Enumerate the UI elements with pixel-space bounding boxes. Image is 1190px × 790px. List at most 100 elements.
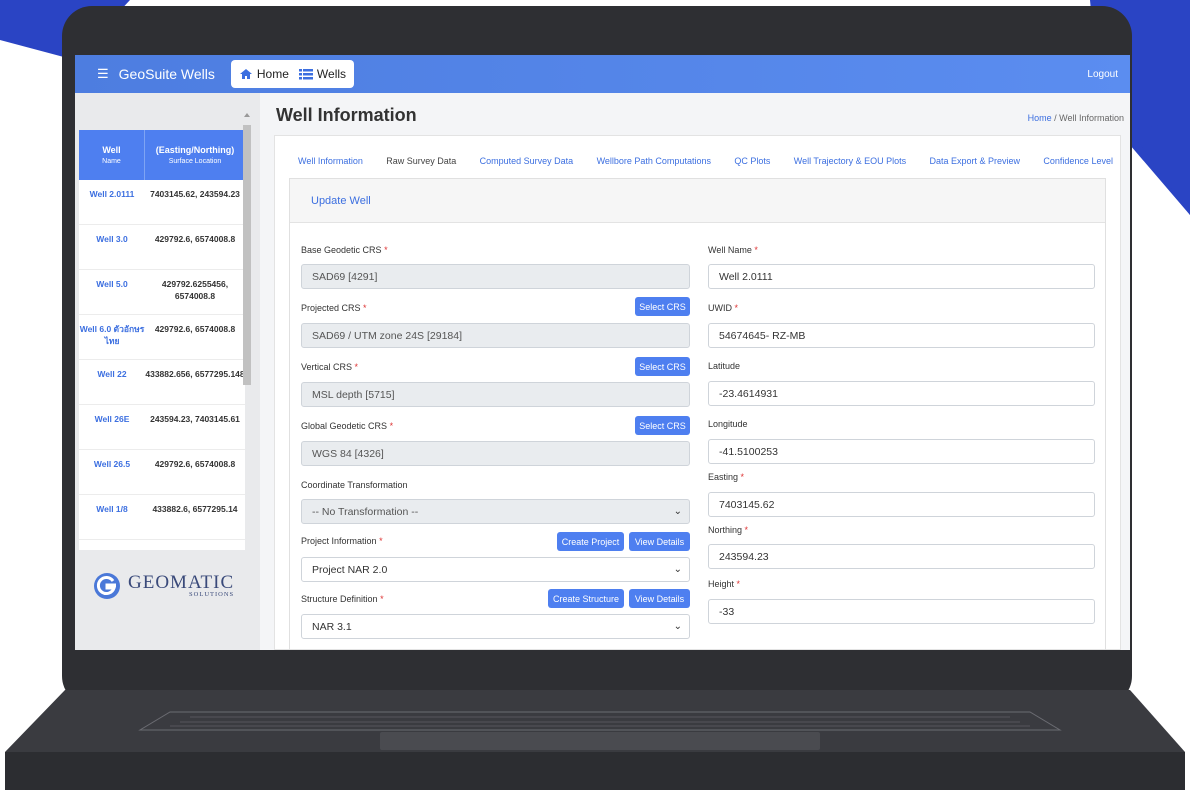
well-name[interactable]: Well 1/8 (79, 495, 145, 539)
well-name-input[interactable]: Well 2.0111 (708, 264, 1095, 289)
tab-well-information[interactable]: Well Information (298, 156, 363, 166)
col-well-title: Well (102, 145, 121, 155)
tab-well-trajectory-eou-plots[interactable]: Well Trajectory & EOU Plots (794, 156, 906, 166)
page-title: Well Information (276, 105, 417, 125)
app-screen: ☰ GeoSuite Wells Home Wells Logout Well … (75, 55, 1130, 650)
breadcrumb: Home / Well Information (1028, 113, 1124, 123)
tab-raw-survey-data[interactable]: Raw Survey Data (386, 156, 456, 166)
latitude-input[interactable]: -23.4614931 (708, 381, 1095, 406)
col-location-sub: Surface Location (168, 158, 222, 165)
well-name[interactable]: Well 3.0 (79, 225, 145, 269)
app-brand[interactable]: ☰ GeoSuite Wells (97, 66, 215, 82)
col-well-sub: Name (102, 158, 121, 165)
vertical-crs-label: Vertical CRS * (301, 362, 359, 372)
structure-def-label: Structure Definition * (301, 594, 384, 604)
well-name[interactable]: Well 6.0 ตัวอักษรไทย (79, 315, 145, 359)
tab-qc-plots[interactable]: QC Plots (734, 156, 770, 166)
coord-transform-select[interactable]: -- No Transformation -- ⌄ (301, 499, 690, 524)
nav-home-label: Home (256, 67, 289, 81)
breadcrumb-current: Well Information (1059, 113, 1124, 123)
wells-table: Well Name (Easting/Northing) Surface Loc… (79, 130, 245, 550)
northing-label: Northing * (708, 525, 749, 535)
company-logo: GEOMATIC SOLUTIONS (92, 571, 234, 601)
menu-icon[interactable]: ☰ (97, 66, 109, 82)
uwid-input[interactable]: 54674645- RZ-MB (708, 323, 1095, 348)
vertical-crs-field[interactable]: MSL depth [5715] (301, 382, 690, 407)
coord-transform-label: Coordinate Transformation (301, 480, 408, 490)
base-crs-field[interactable]: SAD69 [4291] (301, 264, 690, 289)
logo-main-text: GEOMATIC (128, 572, 235, 593)
tab-computed-survey-data[interactable]: Computed Survey Data (480, 156, 574, 166)
northing-input[interactable]: 243594.23 (708, 544, 1095, 569)
breadcrumb-home[interactable]: Home (1028, 113, 1052, 123)
main-content: Well Information Home / Well Information… (274, 93, 1130, 650)
content-card: Well Information Raw Survey Data Compute… (274, 135, 1121, 650)
sidebar-scrollbar[interactable] (242, 111, 252, 531)
breadcrumb-separator: / (1054, 113, 1057, 123)
structure-def-select[interactable]: NAR 3.1 ⌄ (301, 614, 690, 639)
longitude-label: Longitude (708, 419, 748, 429)
uwid-label: UWID * (708, 303, 739, 313)
chevron-down-icon: ⌄ (673, 621, 682, 632)
chevron-down-icon: ⌄ (673, 564, 682, 575)
table-row[interactable]: AB 100400, 200 (79, 540, 245, 550)
well-location: 7403145.62, 243594.23 (150, 189, 240, 199)
logout-link[interactable]: Logout (1087, 69, 1118, 80)
table-row[interactable]: Well 1/8 433882.6, 6577295.14 (79, 495, 245, 540)
view-structure-details-button[interactable]: View Details (629, 589, 690, 608)
table-row[interactable]: Well 5.0 429792.6255456, 6574008.8 (79, 270, 245, 315)
easting-input[interactable]: 7403145.62 (708, 492, 1095, 517)
project-info-select[interactable]: Project NAR 2.0 ⌄ (301, 557, 690, 582)
table-row[interactable]: Well 3.0 429792.6, 6574008.8 (79, 225, 245, 270)
tab-data-export-preview[interactable]: Data Export & Preview (929, 156, 1020, 166)
latitude-label: Latitude (708, 361, 741, 371)
well-name[interactable]: Well 26E (79, 405, 145, 449)
well-location: 433882.6, 6577295.14 (152, 504, 238, 514)
select-vertical-crs-button[interactable]: Select CRS (635, 357, 690, 376)
top-navbar: ☰ GeoSuite Wells Home Wells Logout (75, 55, 1130, 93)
well-name[interactable]: AB 100 (79, 540, 145, 550)
nav-wells-label: Wells (316, 67, 347, 81)
list-icon (298, 69, 313, 80)
tab-wellbore-path-computations[interactable]: Wellbore Path Computations (597, 156, 711, 166)
table-row[interactable]: Well 26.5 429792.6, 6574008.8 (79, 450, 245, 495)
create-structure-button[interactable]: Create Structure (548, 589, 624, 608)
sidebar: Well Name (Easting/Northing) Surface Loc… (75, 93, 260, 650)
coord-transform-value: -- No Transformation -- (312, 505, 419, 518)
well-location: 429792.6, 6574008.8 (154, 234, 236, 244)
nav-pill: Home Wells (230, 60, 355, 88)
col-location-title: (Easting/Northing) (155, 145, 235, 155)
panel-title: Update Well (290, 179, 1105, 223)
global-crs-field[interactable]: WGS 84 [4326] (301, 441, 690, 466)
logo-mark-icon (94, 573, 120, 599)
home-icon (239, 69, 252, 79)
well-name[interactable]: Well 22 (79, 360, 145, 404)
app-title: GeoSuite Wells (118, 66, 215, 82)
select-global-crs-button[interactable]: Select CRS (635, 416, 690, 435)
projected-crs-field[interactable]: SAD69 / UTM zone 24S [29184] (301, 323, 690, 348)
well-name[interactable]: Well 2.0111 (79, 180, 145, 224)
well-location: 429792.6255456, 6574008.8 (161, 279, 229, 301)
select-projected-crs-button[interactable]: Select CRS (635, 297, 690, 316)
nav-home-link[interactable]: Home (239, 67, 289, 81)
create-project-button[interactable]: Create Project (557, 532, 624, 551)
longitude-input[interactable]: -41.5100253 (708, 439, 1095, 464)
well-location: 400, 200 (145, 540, 245, 550)
tab-confidence-level[interactable]: Confidence Level (1043, 156, 1113, 166)
tab-bar: Well Information Raw Survey Data Compute… (298, 156, 1113, 166)
global-crs-label: Global Geodetic CRS * (301, 421, 394, 431)
laptop-base (5, 690, 1185, 790)
projected-crs-label: Projected CRS * (301, 303, 367, 313)
table-row[interactable]: Well 2.0111 7403145.62, 243594.23 (79, 180, 245, 225)
table-row[interactable]: Well 22 433882.656, 6577295.148 (79, 360, 245, 405)
height-input[interactable]: -33 (708, 599, 1095, 624)
table-row[interactable]: Well 26E 243594.23, 7403145.61 (79, 405, 245, 450)
structure-def-value: NAR 3.1 (312, 620, 352, 633)
nav-wells-link[interactable]: Wells (298, 67, 347, 81)
well-location: 433882.656, 6577295.148 (145, 369, 245, 379)
well-name[interactable]: Well 5.0 (79, 270, 145, 314)
view-project-details-button[interactable]: View Details (629, 532, 690, 551)
well-name[interactable]: Well 26.5 (79, 450, 145, 494)
table-row[interactable]: Well 6.0 ตัวอักษรไทย 429792.6, 6574008.8 (79, 315, 245, 360)
project-info-label: Project Information * (301, 536, 383, 546)
